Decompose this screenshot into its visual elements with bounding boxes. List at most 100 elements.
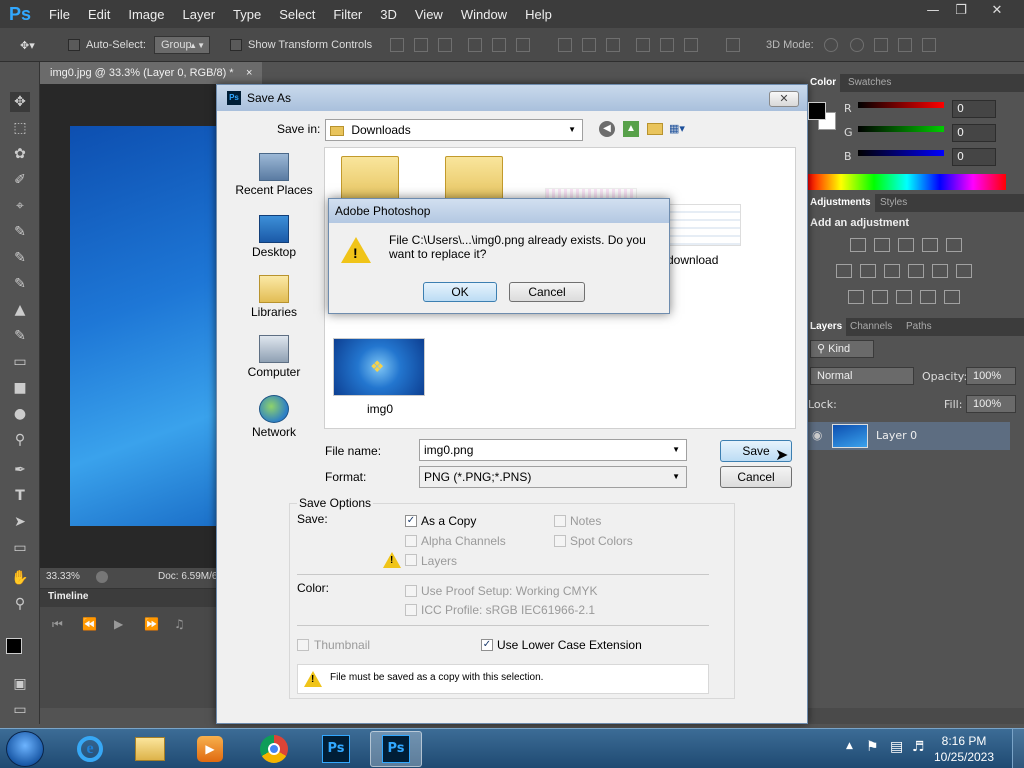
start-button[interactable] (6, 731, 44, 767)
back-icon[interactable]: ◀ (599, 121, 615, 137)
lasso-tool-icon[interactable]: ✿ (10, 144, 30, 164)
volume-icon[interactable]: ♬ (912, 739, 925, 755)
menu-edit[interactable]: Edit (79, 7, 119, 22)
fill-field[interactable]: 100% (966, 395, 1016, 413)
place-computer[interactable]: Computer (231, 335, 317, 379)
blend-mode-dropdown[interactable]: Normal (810, 367, 914, 385)
channel-g-value[interactable]: 0 (952, 124, 996, 142)
spot-colors-checkbox[interactable] (554, 535, 566, 547)
use-proof-setup-checkbox[interactable] (405, 585, 417, 597)
gradient-map-icon[interactable] (944, 290, 960, 304)
photoshop-active-taskbar-icon[interactable]: Ps (370, 731, 422, 767)
selective-color-icon[interactable] (920, 290, 936, 304)
blur-tool-icon[interactable]: ● (10, 404, 30, 424)
shape-tool-icon[interactable]: ▭ (10, 538, 30, 558)
path-select-tool-icon[interactable]: ➤ (10, 512, 30, 532)
eyedropper-tool-icon[interactable]: ✎ (10, 222, 30, 242)
history-brush-tool-icon[interactable]: ✎ (10, 326, 30, 346)
levels-icon[interactable] (874, 238, 890, 252)
3d-roll-icon[interactable] (850, 38, 864, 52)
black-white-icon[interactable] (884, 264, 900, 278)
channel-b-slider[interactable] (858, 150, 944, 156)
first-frame-icon[interactable]: ⏮ (52, 617, 63, 632)
notes-checkbox[interactable] (554, 515, 566, 527)
align-left-icon[interactable] (468, 38, 482, 52)
vibrance-icon[interactable] (946, 238, 962, 252)
color-lookup-icon[interactable] (956, 264, 972, 278)
audio-icon[interactable]: ♫ (174, 617, 185, 631)
distribute-vcenter-icon[interactable] (582, 38, 596, 52)
chrome-icon[interactable] (248, 731, 300, 767)
distribute-hcenter-icon[interactable] (660, 38, 674, 52)
minimize-icon[interactable]: — (918, 2, 948, 20)
align-hcenter-icon[interactable] (492, 38, 506, 52)
prev-frame-icon[interactable]: ⏪ (82, 617, 97, 631)
save-in-dropdown[interactable]: Downloads ▼ (325, 119, 583, 141)
channel-r-value[interactable]: 0 (952, 100, 996, 118)
marquee-tool-icon[interactable]: ⬚ (10, 118, 30, 138)
view-menu-icon[interactable]: ▦▾ (669, 122, 695, 136)
align-vcenter-icon[interactable] (414, 38, 428, 52)
place-recent[interactable]: Recent Places (231, 153, 317, 197)
ok-button[interactable]: OK (423, 282, 497, 302)
3d-rotate-icon[interactable] (824, 38, 838, 52)
play-icon[interactable]: ▶ (114, 617, 123, 631)
network-tray-icon[interactable]: ▤ (890, 739, 903, 755)
auto-select-dropdown[interactable]: Group ▲▼ (154, 36, 210, 54)
dodge-tool-icon[interactable]: ⚲ (10, 430, 30, 450)
show-transform-checkbox[interactable] (230, 39, 242, 51)
3d-scale-icon[interactable] (922, 38, 936, 52)
channel-mixer-icon[interactable] (932, 264, 948, 278)
type-tool-icon[interactable]: T (10, 486, 30, 506)
tab-swatches[interactable]: Swatches (844, 74, 895, 92)
as-a-copy-checkbox[interactable]: ✓ (405, 515, 417, 527)
icc-profile-checkbox[interactable] (405, 604, 417, 616)
crop-tool-icon[interactable]: ⌖ (10, 196, 30, 216)
healing-brush-tool-icon[interactable]: ✎ (10, 248, 30, 268)
cancel-button[interactable]: Cancel (509, 282, 585, 302)
tab-layers[interactable]: Layers (806, 318, 847, 336)
posterize-icon[interactable] (872, 290, 888, 304)
status-icon[interactable] (96, 571, 108, 583)
channel-b-value[interactable]: 0 (952, 148, 996, 166)
gradient-tool-icon[interactable]: ■ (10, 378, 30, 398)
color-fg-swatch[interactable] (808, 102, 826, 120)
invert-icon[interactable] (848, 290, 864, 304)
menu-type[interactable]: Type (224, 7, 270, 22)
align-right-icon[interactable] (516, 38, 530, 52)
menu-filter[interactable]: Filter (324, 7, 371, 22)
eraser-tool-icon[interactable]: ▭ (10, 352, 30, 372)
opacity-field[interactable]: 100% (966, 367, 1016, 385)
hand-tool-icon[interactable]: ✋ (10, 568, 30, 588)
hue-sat-icon[interactable] (836, 264, 852, 278)
menu-file[interactable]: File (40, 7, 79, 22)
tab-channels[interactable]: Channels (846, 318, 896, 336)
menu-help[interactable]: Help (516, 7, 561, 22)
pen-tool-icon[interactable]: ✒ (10, 460, 30, 480)
folder-icon[interactable] (341, 156, 399, 204)
clone-stamp-tool-icon[interactable]: ▲ (10, 300, 30, 320)
channel-r-slider[interactable] (858, 102, 944, 108)
photo-filter-icon[interactable] (908, 264, 924, 278)
tray-expand-icon[interactable]: ▲ (846, 741, 853, 751)
exposure-icon[interactable] (922, 238, 938, 252)
move-tool-icon[interactable]: ✥ (10, 92, 30, 112)
close-tab-icon[interactable]: × (246, 62, 252, 84)
screen-mode-icon[interactable]: ▭ (10, 700, 30, 720)
auto-align-icon[interactable] (726, 38, 740, 52)
close-icon[interactable]: ✕ (769, 91, 799, 107)
place-desktop[interactable]: Desktop (231, 215, 317, 259)
distribute-left-icon[interactable] (636, 38, 650, 52)
menu-select[interactable]: Select (270, 7, 324, 22)
lower-case-extension-checkbox[interactable]: ✓ (481, 639, 493, 651)
format-dropdown[interactable]: PNG (*.PNG;*.PNS) ▼ (419, 466, 687, 488)
ie-icon[interactable]: e (64, 731, 116, 767)
action-center-icon[interactable]: ⚑ (866, 739, 879, 755)
move-tool-icon[interactable]: ✥▾ (20, 37, 35, 53)
tab-color[interactable]: Color (806, 74, 841, 92)
distribute-top-icon[interactable] (558, 38, 572, 52)
layer-row[interactable]: ◉ Layer 0 (806, 422, 1010, 450)
place-network[interactable]: Network (231, 395, 317, 439)
menu-layer[interactable]: Layer (174, 7, 225, 22)
distribute-bottom-icon[interactable] (606, 38, 620, 52)
